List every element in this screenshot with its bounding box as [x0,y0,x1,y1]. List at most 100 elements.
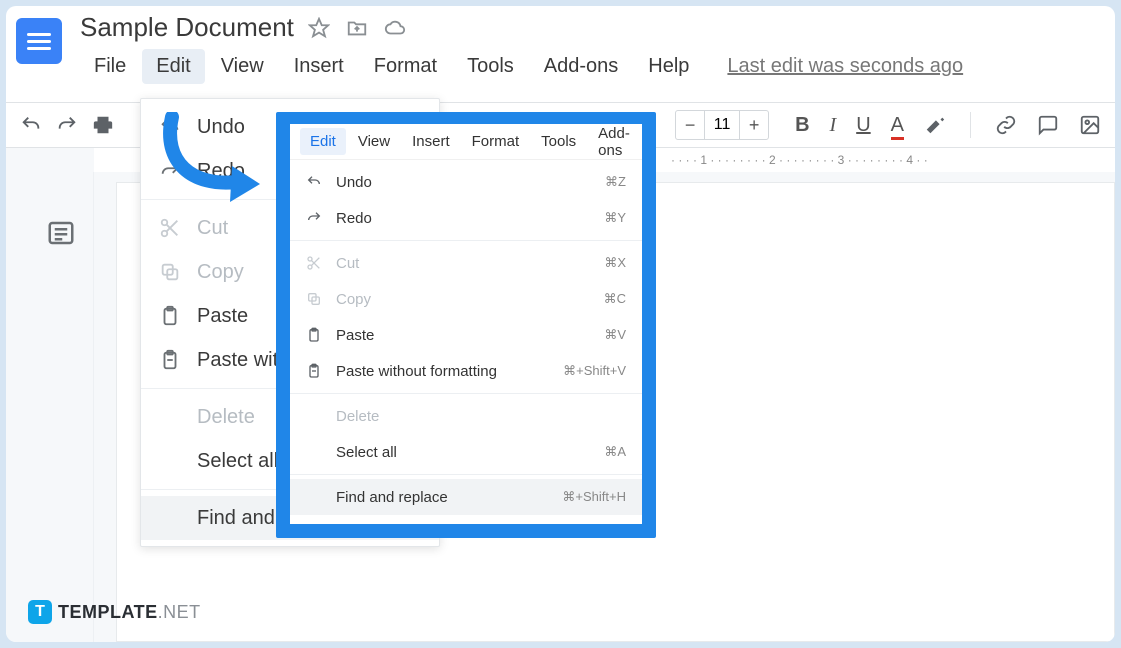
app-window: Sample Document File Edit View Insert Fo… [6,6,1115,642]
menu-item-label: Select all [197,450,278,473]
bold-icon[interactable]: B [795,114,809,137]
menu-item-label: Undo [336,174,372,191]
image-icon[interactable] [1079,114,1101,136]
menu-item-label: Find and replace [336,489,448,506]
callout-item-delete[interactable]: Delete [290,398,642,434]
font-size-increase-button[interactable]: + [740,115,768,136]
callout-item-select-all[interactable]: Select all ⌘A [290,434,642,470]
underline-icon[interactable]: U [856,114,870,137]
menu-help[interactable]: Help [634,49,703,84]
redo-icon[interactable] [56,114,78,136]
menu-insert[interactable]: Insert [280,49,358,84]
callout-item-paste[interactable]: Paste ⌘V [290,317,642,353]
cloud-status-icon[interactable] [384,17,406,39]
menu-item-label: Paste without formatting [336,363,497,380]
menu-item-shortcut: ⌘+Shift+H [562,489,626,505]
redo-icon [306,210,322,226]
font-size-decrease-button[interactable]: − [676,115,704,136]
redo-icon [159,160,181,182]
format-icons: B I U A [795,112,1101,138]
clipboard-icon [159,305,181,327]
callout-item-copy[interactable]: Copy ⌘C [290,281,642,317]
menu-item-label: Redo [197,160,245,183]
menu-separator [290,474,642,475]
link-icon[interactable] [995,114,1017,136]
last-edit-link[interactable]: Last edit was seconds ago [727,55,963,78]
callout-item-find-replace[interactable]: Find and replace ⌘+Shift+H [290,479,642,515]
text-color-icon[interactable]: A [891,114,904,137]
callout-menu-addons[interactable]: Add-ons [588,120,640,164]
highlight-icon[interactable] [924,114,946,136]
menu-separator [290,240,642,241]
callout-menu-format[interactable]: Format [462,128,530,155]
scissors-icon [159,217,181,239]
menu-item-shortcut: ⌘+Shift+V [563,363,626,379]
print-icon[interactable] [92,114,114,136]
menu-item-label: Copy [197,261,244,284]
watermark-text: TEMPLATE.NET [58,602,201,623]
menu-bar: File Edit View Insert Format Tools Add-o… [80,49,963,84]
title-icons [308,17,406,39]
clipboard-text-icon [159,349,181,371]
watermark: T TEMPLATE.NET [28,600,201,624]
menu-item-label: Paste [197,305,248,328]
title-area: Sample Document File Edit View Insert Fo… [80,12,963,84]
menu-item-shortcut: ⌘Y [604,210,626,226]
callout-item-cut[interactable]: Cut ⌘X [290,245,642,281]
menu-item-label: Paste wit [197,349,278,372]
header: Sample Document File Edit View Insert Fo… [6,6,1115,84]
copy-icon [306,291,322,307]
document-title[interactable]: Sample Document [80,12,294,43]
callout-menu-bar: Edit View Insert Format Tools Add-ons [290,124,642,160]
menu-item-shortcut: ⌘C [604,291,626,307]
menu-item-label: Delete [336,408,379,425]
menu-item-label: Select all [336,444,397,461]
star-icon[interactable] [308,17,330,39]
docs-logo-icon[interactable] [16,18,62,64]
copy-icon [159,261,181,283]
callout-menu-view[interactable]: View [348,128,400,155]
callout-item-undo[interactable]: Undo ⌘Z [290,164,642,200]
menu-item-label: Cut [336,255,359,272]
menu-format[interactable]: Format [360,49,451,84]
menu-item-label: Find and [197,507,275,530]
menu-item-shortcut: ⌘Z [605,174,626,190]
menu-item-shortcut: ⌘X [604,255,626,271]
menu-item-label: Paste [336,327,374,344]
menu-item-label: Redo [336,210,372,227]
menu-tools[interactable]: Tools [453,49,528,84]
callout-panel: Edit View Insert Format Tools Add-ons Un… [276,112,656,538]
scissors-icon [306,255,322,271]
italic-icon[interactable]: I [830,114,837,137]
menu-edit[interactable]: Edit [142,49,204,84]
undo-icon [159,116,181,138]
menu-separator [290,393,642,394]
menu-item-label: Delete [197,406,255,429]
menu-item-label: Cut [197,217,228,240]
callout-menu-insert[interactable]: Insert [402,128,460,155]
move-folder-icon[interactable] [346,17,368,39]
menu-item-label: Copy [336,291,371,308]
undo-icon[interactable] [20,114,42,136]
undo-icon [306,174,322,190]
menu-view[interactable]: View [207,49,278,84]
callout-item-paste-wf[interactable]: Paste without formatting ⌘+Shift+V [290,353,642,389]
clipboard-text-icon [306,363,322,379]
menu-item-shortcut: ⌘A [604,444,626,460]
callout-inner: Edit View Insert Format Tools Add-ons Un… [290,124,642,524]
outline-icon[interactable] [46,218,76,248]
callout-menu-tools[interactable]: Tools [531,128,586,155]
callout-menu-list: Undo ⌘Z Redo ⌘Y Cut ⌘X Copy ⌘C [290,160,642,524]
menu-item-shortcut: ⌘V [604,327,626,343]
comment-icon[interactable] [1037,114,1059,136]
font-size-value[interactable]: 11 [704,111,740,139]
toolbar-separator [970,112,971,138]
menu-file[interactable]: File [80,49,140,84]
menu-addons[interactable]: Add-ons [530,49,633,84]
font-size-control: − 11 + [675,110,769,140]
callout-menu-edit[interactable]: Edit [300,128,346,155]
callout-item-redo[interactable]: Redo ⌘Y [290,200,642,236]
toolbar-left-group [20,114,114,136]
clipboard-icon [306,327,322,343]
menu-item-label: Undo [197,116,245,139]
